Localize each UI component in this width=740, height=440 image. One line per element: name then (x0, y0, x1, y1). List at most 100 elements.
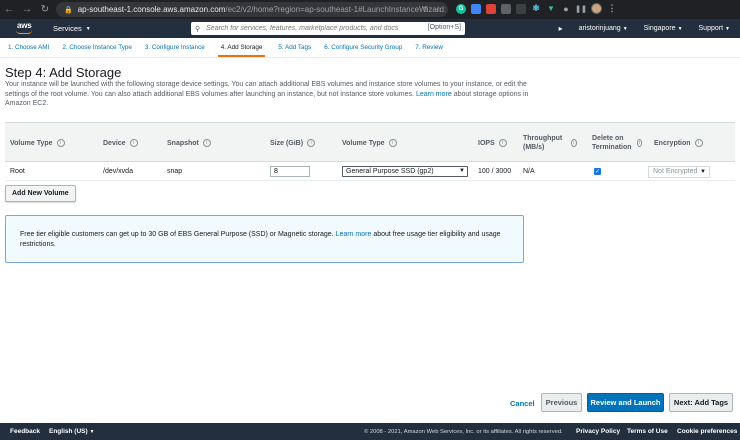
account-name: aristorinjuang (578, 25, 621, 32)
header-snapshot: Snapshot i (167, 123, 211, 163)
header-label: Encryption (654, 139, 691, 147)
forward-arrow-icon[interactable]: → (21, 4, 33, 16)
back-arrow-icon[interactable]: ← (3, 4, 15, 16)
cell-ebs-volume-type: General Purpose SSD (gp2) ▼ (342, 162, 468, 181)
learn-more-storage-link[interactable]: Learn more (416, 91, 452, 98)
chevron-down-icon: ▼ (725, 26, 730, 32)
extension-pause-icon[interactable]: ❚❚ (575, 4, 587, 14)
volume-type-select[interactable]: General Purpose SSD (gp2) ▼ (342, 166, 468, 177)
chevron-down-icon: ▼ (698, 168, 706, 175)
table-header: Volume Type i Device i Snapshot i Size (GiB… (5, 122, 735, 162)
aws-logo-text: aws (17, 21, 32, 30)
info-icon[interactable]: i (388, 139, 397, 147)
cell-device: /dev/xvda (103, 168, 133, 175)
info-icon[interactable]: i (498, 139, 507, 147)
extension-red-icon[interactable] (486, 3, 496, 14)
language-select[interactable]: English (US) ▼ (49, 428, 94, 435)
browser-toolbar: ← → ↻ 🔒 ap-southeast-1.console.aws.amazo… (0, 0, 740, 19)
services-label: Services (53, 24, 82, 33)
cell-snapshot: snap (167, 168, 183, 175)
step-review[interactable]: 7. Review (415, 44, 443, 51)
extension-grey-icon[interactable] (501, 3, 511, 14)
cookie-preferences-link[interactable]: Cookie preferences (677, 428, 737, 435)
step-choose-instance-type[interactable]: 2. Choose Instance Type (62, 44, 132, 51)
header-volume-type: Volume Type i (10, 123, 65, 163)
terms-of-use-link[interactable]: Terms of Use (627, 428, 668, 435)
extension-vue-icon[interactable]: ▼ (546, 4, 556, 14)
browser-menu-icon[interactable]: ⋮ (607, 3, 617, 14)
storage-table: Volume Type i Device i Snapshot i Size (GiB… (5, 122, 735, 181)
support-menu[interactable]: Support ▼ (699, 25, 730, 32)
star-icon[interactable]: ☆ (435, 5, 442, 14)
extension-react-icon[interactable]: ⚛ (531, 3, 541, 14)
table-row: Root /dev/xvda snap General Purpose SSD … (5, 162, 735, 181)
feedback-link[interactable]: Feedback (10, 428, 40, 435)
account-menu[interactable]: aristorinjuang ▼ (579, 25, 628, 32)
footer: Feedback English (US) ▼ © 2008 - 2021, A… (0, 423, 740, 440)
volume-type-value: General Purpose SSD (gp2) (346, 168, 434, 175)
services-menu[interactable]: Services ▼ (53, 24, 91, 33)
previous-button[interactable]: Previous (541, 393, 582, 412)
next-add-tags-button[interactable]: Next: Add Tags (669, 393, 733, 412)
aws-logo[interactable]: aws (13, 21, 39, 36)
cancel-link[interactable]: Cancel (510, 399, 535, 408)
info-text: Free tier eligible customers can get up … (20, 231, 334, 238)
step-configure-security-group[interactable]: 6. Configure Security Group (324, 44, 402, 51)
free-tier-info-box: Free tier eligible customers can get up … (5, 215, 524, 263)
bell-icon[interactable]: ▸ (559, 24, 563, 33)
cell-size (270, 162, 310, 181)
extension-grammarly-icon[interactable]: G (456, 3, 466, 14)
step-configure-instance[interactable]: 3. Configure Instance (145, 44, 205, 51)
encryption-select[interactable]: Not Encrypted ▼ (648, 165, 710, 178)
header-label: Volume Type (342, 139, 385, 147)
extension-blue-icon[interactable] (471, 3, 481, 14)
chevron-down-icon: ▼ (89, 429, 95, 435)
address-bar[interactable]: 🔒 ap-southeast-1.console.aws.amazon.com … (56, 2, 448, 17)
privacy-policy-link[interactable]: Privacy Policy (576, 428, 620, 435)
url-host: ap-southeast-1.console.aws.amazon.com (77, 5, 226, 14)
header-delete-on-termination: Delete on Termination i (592, 123, 642, 163)
add-new-volume-button[interactable]: Add New Volume (5, 185, 76, 202)
copyright-text: © 2008 - 2021, Amazon Web Services, Inc.… (364, 429, 563, 435)
learn-more-free-tier-link[interactable]: Learn more (336, 231, 372, 238)
wizard-steps: 1. Choose AMI 2. Choose Instance Type 3.… (0, 38, 740, 58)
cell-volume-type: Root (10, 168, 25, 175)
delete-on-termination-checkbox[interactable]: ✓ (594, 168, 601, 175)
extension-dark-icon[interactable] (516, 3, 526, 14)
support-label: Support (698, 25, 724, 32)
size-input[interactable] (270, 166, 310, 177)
extension-puzzle-icon[interactable]: ● (561, 4, 571, 14)
header-device: Device i (103, 123, 138, 163)
cell-throughput: N/A (523, 168, 535, 175)
chevron-down-icon: ▼ (677, 26, 683, 32)
info-icon[interactable]: i (694, 139, 703, 147)
step-add-storage[interactable]: 4. Add Storage (217, 39, 266, 57)
header-label: Volume Type (10, 139, 53, 147)
info-icon[interactable]: i (202, 139, 211, 147)
page-title: Step 4: Add Storage (5, 65, 122, 80)
url-path: /ec2/v2/home?region=ap-southeast-1#Launc… (225, 5, 447, 14)
header-label: Size (GiB) (270, 139, 304, 147)
review-and-launch-button[interactable]: Review and Launch (587, 393, 664, 412)
info-icon[interactable]: i (307, 139, 316, 147)
header-ebs-volume-type: Volume Type i (342, 123, 397, 163)
profile-avatar[interactable] (591, 3, 602, 14)
header-iops: IOPS i (478, 123, 507, 163)
search-input[interactable] (206, 25, 417, 32)
search-icon: ⚲ (195, 25, 201, 33)
lock-icon: 🔒 (64, 6, 73, 14)
search-bar[interactable]: ⚲ [Option+S] (191, 22, 465, 35)
cell-encryption: Not Encrypted ▼ (648, 162, 710, 181)
region-menu[interactable]: Singapore ▼ (644, 25, 683, 32)
step-choose-ami[interactable]: 1. Choose AMI (8, 44, 49, 51)
reload-icon[interactable]: ↻ (39, 4, 51, 16)
info-icon[interactable]: i (570, 139, 577, 147)
search-shortcut-hint: [Option+S] (427, 24, 461, 31)
step-add-tags[interactable]: 5. Add Tags (278, 44, 311, 51)
header-label: IOPS (478, 139, 495, 147)
info-icon[interactable]: i (636, 139, 642, 147)
header-label: Delete on Termination (592, 135, 632, 151)
info-icon[interactable]: i (129, 139, 138, 147)
info-icon[interactable]: i (56, 139, 65, 147)
share-icon[interactable]: ⇧ (422, 5, 429, 14)
